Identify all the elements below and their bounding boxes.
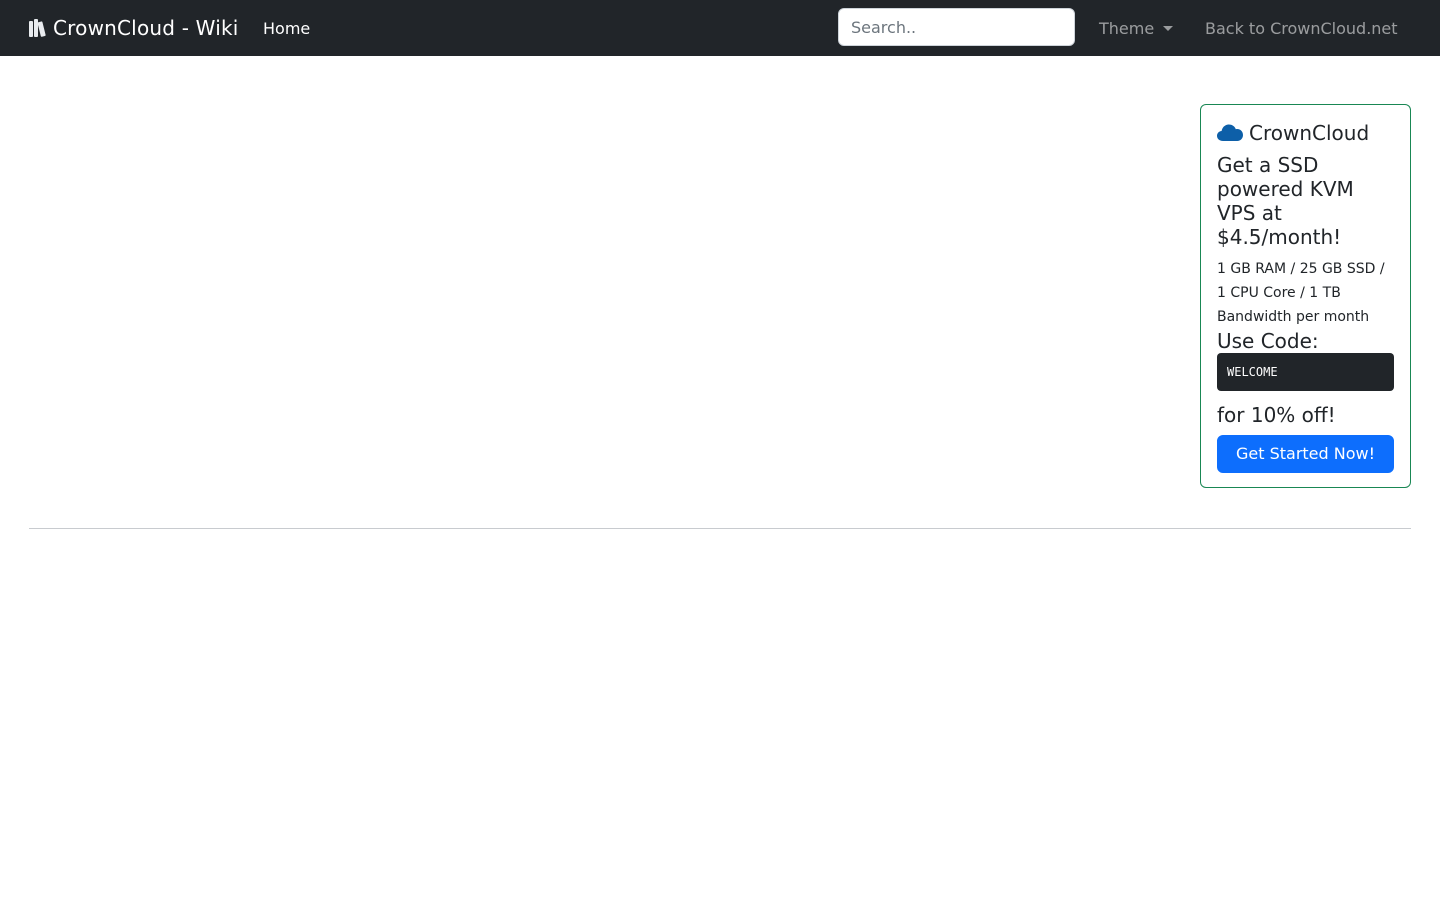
promo-brand-label: CrownCloud: [1249, 121, 1370, 145]
promo-specs: 1 GB RAM / 25 GB SSD / 1 CPU Core / 1 TB…: [1217, 261, 1385, 325]
theme-dropdown[interactable]: Theme: [1099, 0, 1174, 56]
promo-headline: Get a SSD powered KVM VPS at $4.5/month!: [1217, 153, 1354, 249]
back-to-crowncloud-link[interactable]: Back to CrownCloud.net: [1205, 0, 1398, 56]
books-icon: [29, 19, 47, 37]
content-divider: [29, 528, 1411, 529]
promo-use-code-label: Use Code:: [1217, 329, 1319, 353]
promo-code: WELCOME: [1217, 353, 1394, 391]
brand-link[interactable]: CrownCloud - Wiki: [29, 0, 239, 56]
promo-discount: for 10% off!: [1217, 403, 1336, 427]
promo-card: CrownCloud Get a SSD powered KVM VPS at …: [1200, 104, 1411, 488]
brand-label: CrownCloud - Wiki: [53, 16, 239, 40]
cloud-icon: [1217, 124, 1243, 141]
top-navbar: CrownCloud - Wiki Home Theme Back to Cro…: [0, 0, 1440, 56]
nav-home-link[interactable]: Home: [263, 0, 310, 56]
caret-down-icon: [1163, 25, 1174, 31]
get-started-button[interactable]: Get Started Now!: [1217, 435, 1394, 473]
promo-brand: CrownCloud: [1217, 121, 1394, 145]
search-input[interactable]: [838, 8, 1075, 46]
theme-dropdown-label: Theme: [1099, 18, 1155, 38]
